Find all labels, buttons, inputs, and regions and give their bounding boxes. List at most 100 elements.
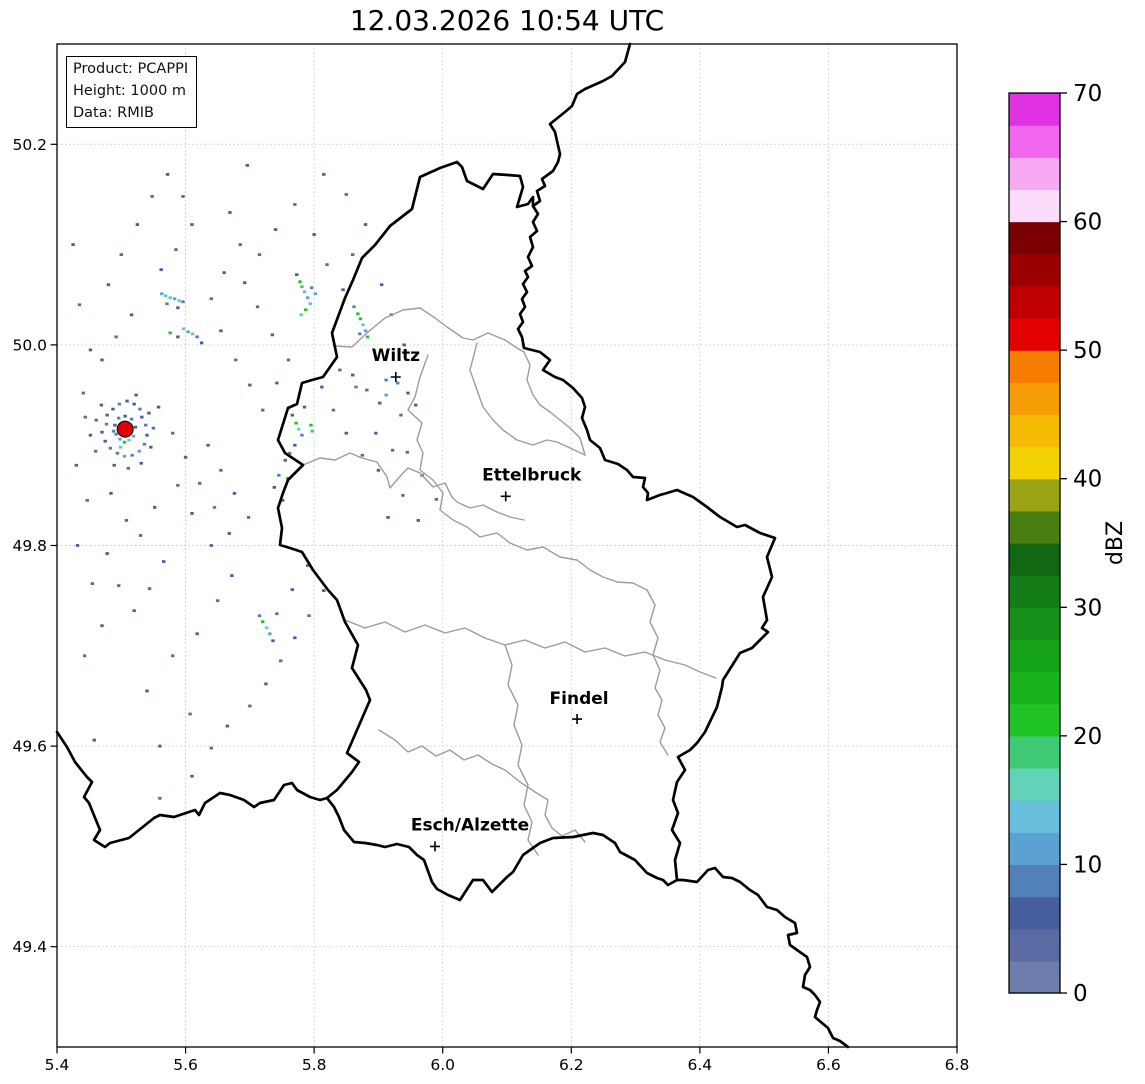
radar-echo-pixel: [309, 286, 314, 290]
radar-echo-pixel: [360, 453, 365, 457]
radar-echo-pixel: [246, 516, 251, 519]
radar-echo-pixel: [363, 223, 368, 226]
radar-echo-pixel: [111, 429, 116, 433]
colorbar-segment: [1009, 382, 1060, 416]
radar-echo-pixel: [306, 296, 310, 300]
radar-echo-pixel: [145, 689, 149, 693]
colorbar-segment: [1009, 960, 1060, 994]
radar-echo-pixel: [227, 532, 231, 535]
radar-echo-pixel: [160, 292, 164, 296]
y-tick-label: 49.6: [12, 738, 47, 756]
radar-echo-pixel: [195, 632, 199, 636]
colorbar-segment: [1009, 575, 1060, 608]
radar-echo-pixel: [271, 639, 275, 643]
radar-echo-pixel: [181, 327, 186, 331]
radar-echo-pixel: [351, 373, 355, 377]
colorbar-segment: [1009, 285, 1060, 319]
radar-echo-pixel: [243, 281, 247, 285]
city-label: Findel: [550, 689, 609, 709]
radar-echo-pixel: [109, 491, 113, 495]
radar-echo-pixel: [294, 421, 298, 425]
radar-echo-pixel: [132, 609, 136, 613]
radar-site-layer: [116, 420, 134, 438]
colorbar-segment: [1009, 543, 1060, 576]
country-borders: [55, 42, 850, 1049]
radar-echo-pixel: [190, 332, 195, 336]
radar-echo-pixel: [396, 381, 400, 385]
radar-echo-pixel: [405, 450, 410, 454]
colorbar-segment: [1009, 253, 1060, 287]
radar-echo-pixel: [232, 491, 237, 495]
radar-echo-pixel: [142, 442, 147, 446]
radar-echo-pixel: [123, 414, 127, 418]
colorbar-tick-label: 70: [1073, 81, 1102, 107]
radar-echo-pixel: [104, 422, 109, 426]
radar-echo-pixel: [105, 413, 109, 417]
radar-echo-pixel: [248, 383, 252, 387]
colorbar-segment: [1009, 478, 1060, 512]
radar-echo-pixel: [100, 358, 104, 362]
radar-echo-pixel: [238, 243, 242, 246]
canton-borders: [302, 307, 717, 856]
colorbar-title: dBZ: [1103, 521, 1128, 565]
radar-echo-pixel: [117, 402, 122, 406]
radar-echo-pixel: [378, 401, 382, 405]
radar-echo-pixel: [131, 434, 136, 438]
radar-echo-pixel: [139, 461, 143, 465]
radar-echo-pixel: [320, 385, 324, 389]
radar-echo-pixel: [257, 614, 262, 618]
radar-echo-pixel: [106, 283, 111, 287]
radar-figure: 12.03.2026 10:54 UTC Wiltz Ettelbruck Find…: [0, 0, 1145, 1084]
radar-echo-pixel: [293, 443, 297, 447]
radar-echo-pixel: [90, 582, 95, 586]
radar-echo-pixel: [344, 193, 348, 196]
radar-echo-pixel: [198, 481, 202, 485]
radar-echo-pixel: [158, 744, 162, 748]
radar-echo-pixel: [245, 163, 249, 167]
radar-echo-pixel: [286, 358, 291, 362]
radar-echo-pixel: [358, 317, 363, 321]
colorbar-segment: [1009, 125, 1060, 158]
radar-echo-pixel: [75, 544, 80, 547]
colorbar-segment: [1009, 896, 1060, 930]
radar-echo-pixel: [365, 388, 369, 392]
radar-echo-pixel: [74, 463, 78, 467]
radar-echo-pixel: [156, 405, 161, 409]
radar-echo-pixel: [257, 253, 262, 257]
colorbar-segment: [1009, 768, 1060, 801]
radar-echo-pixel: [122, 440, 127, 444]
city-label: Wiltz: [372, 346, 421, 366]
colorbar-tick-label: 30: [1073, 595, 1102, 621]
x-tick-label: 6.2: [559, 1056, 584, 1074]
radar-echo-pixel: [255, 305, 260, 309]
city-label: Esch/Alzette: [411, 815, 529, 835]
radar-echo-pixel: [176, 483, 180, 487]
canton-boundary: [646, 589, 669, 756]
radar-echo-pixel: [365, 335, 370, 339]
radar-echo-pixel: [275, 381, 279, 385]
radar-echo-pixel: [134, 393, 138, 397]
colorbar-segment: [1009, 446, 1060, 480]
radar-echo-pixel: [300, 433, 304, 437]
belgium-france-border: [55, 730, 329, 849]
city-plus-marker: [500, 491, 511, 502]
radar-echo-pixel: [390, 448, 395, 452]
radar-echo-pixel: [308, 302, 312, 306]
radar-echo-pixel: [341, 288, 345, 292]
radar-echo-pixel: [71, 243, 75, 246]
colorbar-segment: [1009, 157, 1060, 191]
radar-echo-pixel: [310, 429, 314, 433]
radar-echo-pixel: [117, 416, 121, 420]
radar-echo-pixel: [351, 253, 355, 257]
radar-echo-pixel: [99, 403, 104, 407]
radar-echo-pixel: [92, 738, 96, 742]
radar-echo-pixel: [248, 704, 252, 708]
colorbar-tick-label: 50: [1073, 338, 1102, 364]
radar-echo-pixel: [283, 458, 287, 462]
x-tick-label: 6.0: [430, 1056, 455, 1074]
radar-echo-pixel: [130, 453, 134, 457]
radar-echo-pixel: [83, 415, 87, 419]
colorbar-segment: [1009, 607, 1060, 641]
y-tick-label: 50.0: [12, 336, 47, 354]
radar-echo-pixel: [105, 552, 109, 555]
